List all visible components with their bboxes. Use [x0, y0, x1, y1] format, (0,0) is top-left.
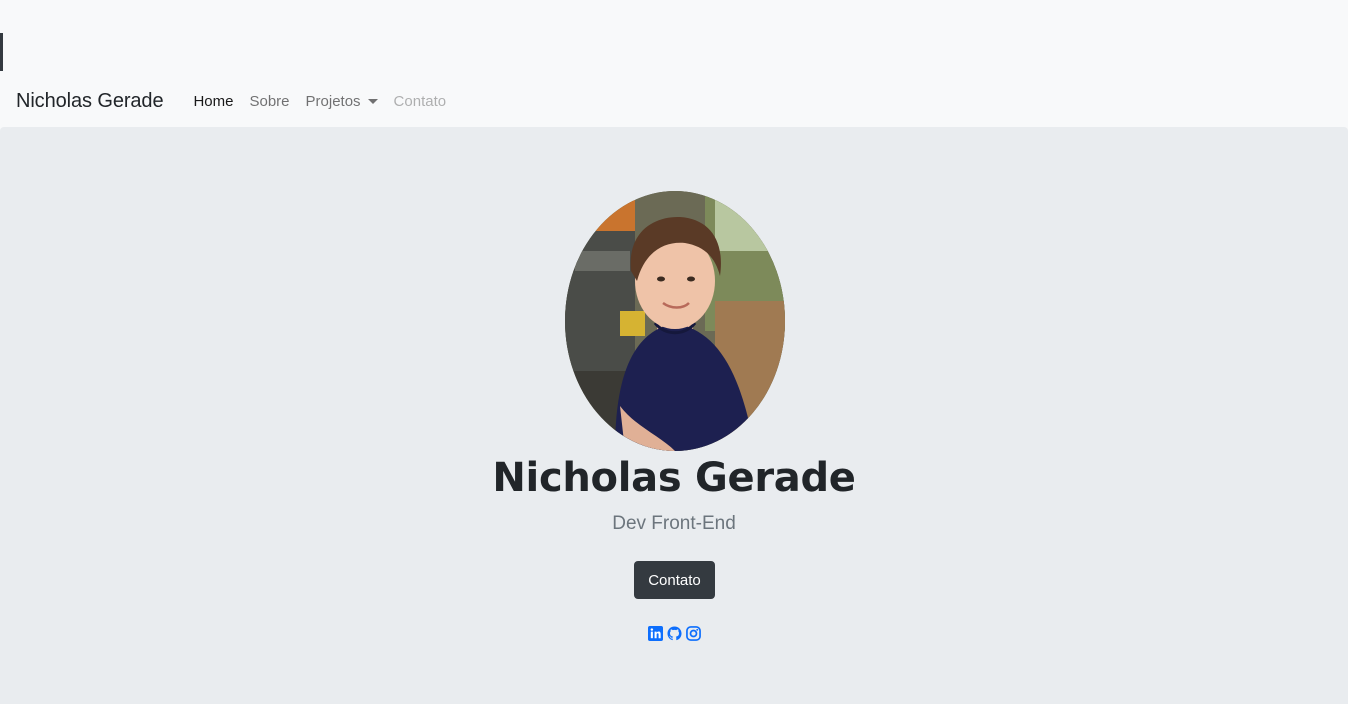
nav-link-home[interactable]: Home: [185, 93, 241, 110]
navbar: Nicholas Gerade Home Sobre Projetos Cont…: [0, 76, 1348, 127]
instagram-icon[interactable]: [686, 626, 701, 641]
text-cursor: [0, 33, 3, 71]
nav-dropdown-label: Projetos: [305, 93, 361, 110]
hero-section: Nicholas Gerade Dev Front-End Contato: [0, 127, 1348, 704]
navbar-brand[interactable]: Nicholas Gerade: [16, 90, 164, 113]
avatar: [565, 191, 785, 451]
github-icon[interactable]: [667, 626, 682, 641]
top-strip: [0, 0, 1348, 76]
contato-button[interactable]: Contato: [634, 561, 715, 599]
nav-link-contato: Contato: [393, 93, 447, 110]
hero-subtitle: Dev Front-End: [612, 513, 736, 534]
hero-title: Nicholas Gerade: [492, 455, 856, 501]
caret-down-icon: [367, 99, 378, 104]
social-links: [648, 626, 701, 642]
linkedin-icon[interactable]: [648, 626, 663, 641]
nav-link-sobre[interactable]: Sobre: [241, 93, 297, 110]
nav-dropdown-projetos[interactable]: Projetos: [298, 93, 386, 110]
